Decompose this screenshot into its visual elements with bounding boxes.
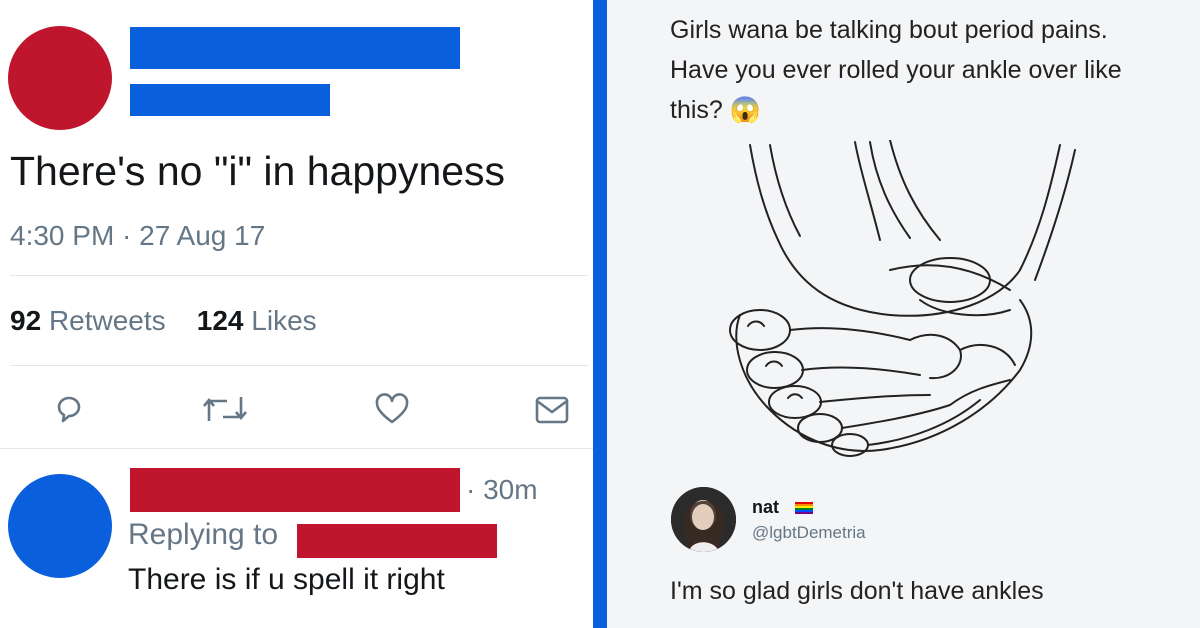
tweet-text: There's no "i" in happyness [10, 148, 506, 194]
left-tweet-panel: There's no "i" in happyness 4:30 PM · 27… [0, 0, 593, 628]
replying-to-label: Replying to [128, 518, 279, 551]
divider-top [10, 275, 588, 276]
retweet-icon[interactable] [203, 393, 247, 425]
tweet-stats: 92 Retweets 124 Likes [10, 305, 317, 337]
redacted-replying-to-handle [297, 524, 497, 558]
redacted-reply-author [130, 468, 460, 512]
likes-count[interactable]: 124 [197, 305, 244, 336]
reply-icon[interactable] [52, 392, 86, 426]
author-avatar[interactable] [8, 26, 112, 130]
reply-time[interactable]: · 30m [466, 474, 538, 506]
like-icon[interactable] [374, 392, 410, 426]
redacted-display-name [130, 27, 460, 69]
reply-post-text: I'm so glad girls don't have ankles [670, 577, 1044, 605]
reply-text: There is if u spell it right [128, 563, 445, 596]
avatar-photo-icon [671, 487, 736, 552]
foot-skeleton-illustration [729, 140, 1076, 457]
rainbow-flag-icon [795, 502, 813, 514]
nat-avatar[interactable] [671, 487, 736, 552]
retweets-label[interactable]: Retweets [49, 305, 166, 336]
reply-author-handle[interactable]: @lgbtDemetria [752, 523, 866, 543]
message-icon[interactable] [534, 395, 570, 425]
divider-bottom [0, 448, 593, 449]
tweet-timestamp[interactable]: 4:30 PM · 27 Aug 17 [10, 220, 265, 252]
post-caption: Girls wana be talking bout period pains.… [670, 16, 1122, 124]
panel-divider [593, 0, 607, 628]
likes-label[interactable]: Likes [251, 305, 316, 336]
redacted-handle [130, 84, 330, 116]
reply-author-name[interactable]: nat [752, 497, 779, 518]
retweets-count[interactable]: 92 [10, 305, 41, 336]
reply-avatar[interactable] [8, 474, 112, 578]
divider-middle [10, 365, 588, 366]
